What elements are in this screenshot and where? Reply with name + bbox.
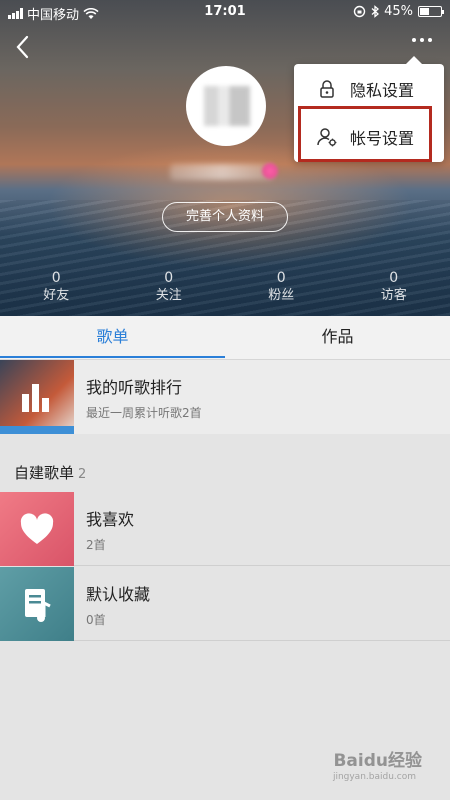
vip-badge <box>262 163 278 179</box>
stat-label: 访客 <box>380 288 407 303</box>
stat-value: 0 <box>51 270 61 286</box>
more-options-button[interactable] <box>412 38 432 42</box>
watermark-url: jingyan.baidu.com <box>332 772 416 782</box>
row-divider <box>74 565 450 566</box>
heart-icon <box>20 513 54 544</box>
playlist-title: 我喜欢 <box>86 510 135 529</box>
playlist-count: 2首 <box>86 538 106 552</box>
section-count: 2 <box>78 467 87 482</box>
chart-bars-icon <box>22 378 49 412</box>
complete-profile-button[interactable]: 完善个人资料 <box>162 202 288 232</box>
stat-visitors[interactable]: 0 访客 <box>338 270 450 310</box>
battery-percent: 45% <box>384 4 413 19</box>
stat-label: 好友 <box>43 288 70 303</box>
music-note-icon <box>25 589 51 622</box>
ranking-thumbnail <box>0 360 74 434</box>
ranking-subtitle: 最近一周累计听歌2首 <box>86 406 202 420</box>
lock-icon <box>320 80 334 98</box>
stat-value: 0 <box>164 270 174 286</box>
stat-value: 0 <box>389 270 399 286</box>
playlist-title: 默认收藏 <box>86 585 151 604</box>
stat-label: 关注 <box>155 288 182 303</box>
ranking-title: 我的听歌排行 <box>86 378 183 397</box>
stat-value: 0 <box>276 270 286 286</box>
stat-label: 粉丝 <box>268 288 295 303</box>
playlist-row[interactable]: 默认收藏 0首 <box>0 567 450 641</box>
playlist-count: 0首 <box>86 613 106 627</box>
username-blurred <box>170 164 274 180</box>
stat-friends[interactable]: 0 好友 <box>0 270 113 310</box>
avatar[interactable] <box>186 66 266 146</box>
bluetooth-icon <box>371 5 380 18</box>
section-title: 自建歌单 <box>14 464 75 482</box>
profile-stats: 0 好友 0 关注 0 粉丝 0 访客 <box>0 270 450 310</box>
stat-following[interactable]: 0 关注 <box>113 270 226 310</box>
tab-bar: 歌单 作品 <box>0 316 450 360</box>
tab-works[interactable]: 作品 <box>225 316 450 360</box>
menu-item-label: 隐私设置 <box>350 81 415 100</box>
row-divider <box>74 640 450 641</box>
baidu-watermark: Baidu经验 <box>333 751 422 771</box>
back-arrow-icon[interactable] <box>12 34 34 60</box>
playlist-thumbnail <box>0 567 74 641</box>
annotation-highlight-box <box>298 106 432 162</box>
playlists-section-header: 自建歌单 2 <box>14 462 86 483</box>
stat-fans[interactable]: 0 粉丝 <box>225 270 338 310</box>
rotation-lock-icon <box>353 5 366 18</box>
battery-icon <box>418 6 444 17</box>
listening-ranking-row[interactable]: 我的听歌排行 最近一周累计听歌2首 <box>0 360 450 434</box>
playlist-row[interactable]: 我喜欢 2首 <box>0 492 450 566</box>
status-bar: 中国移动 17:01 45% <box>0 0 450 24</box>
tab-playlists[interactable]: 歌单 <box>0 316 225 360</box>
playlist-thumbnail <box>0 492 74 566</box>
